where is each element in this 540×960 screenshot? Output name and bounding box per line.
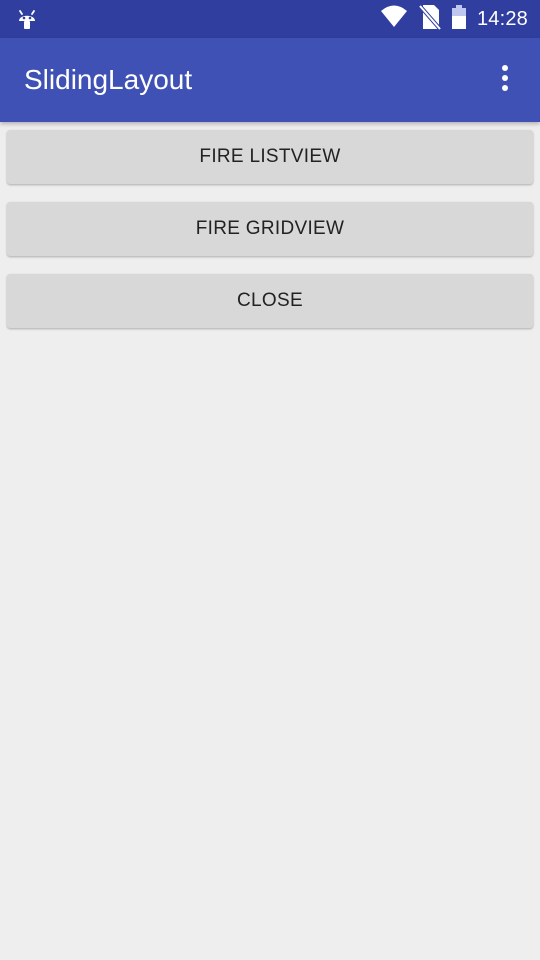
overflow-menu-button[interactable] — [490, 62, 520, 98]
overflow-menu-icon — [501, 64, 509, 97]
fire-gridview-button[interactable]: FIRE GRIDVIEW — [7, 202, 533, 256]
status-bar: 14:28 — [0, 0, 540, 38]
battery-icon — [451, 4, 467, 35]
fire-listview-label: FIRE LISTVIEW — [199, 146, 341, 167]
fire-listview-button[interactable]: FIRE LISTVIEW — [7, 130, 533, 184]
no-sim-icon — [418, 4, 442, 35]
close-label: CLOSE — [237, 290, 303, 311]
app-title: SlidingLayout — [24, 64, 193, 95]
android-debug-icon — [16, 7, 38, 31]
main-content: FIRE LISTVIEW FIRE GRIDVIEW CLOSE — [0, 122, 540, 960]
close-button[interactable]: CLOSE — [7, 274, 533, 328]
app-bar: SlidingLayout — [0, 38, 540, 122]
fire-gridview-label: FIRE GRIDVIEW — [195, 218, 345, 239]
wifi-icon — [379, 5, 409, 34]
status-time: 14:28 — [476, 8, 528, 30]
